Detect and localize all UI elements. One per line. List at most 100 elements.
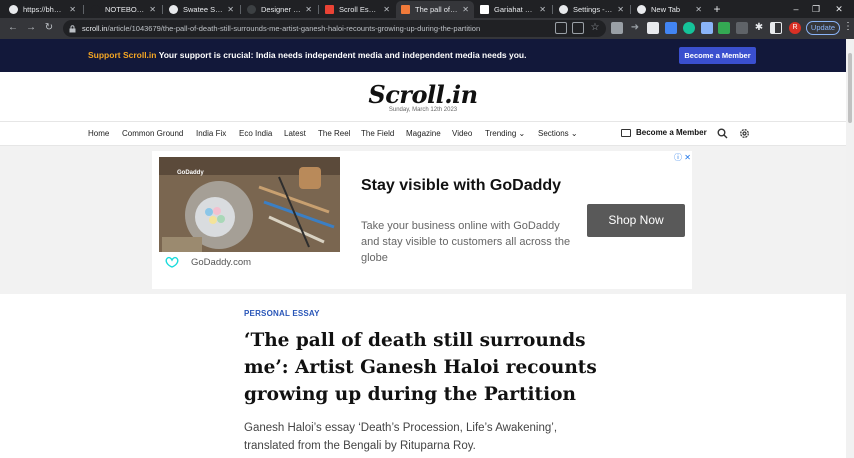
close-icon[interactable]: ✕ (617, 5, 624, 14)
nav-trending[interactable]: Trending ⌄ (485, 129, 525, 138)
extension-docs-icon[interactable] (647, 22, 659, 34)
become-member-button[interactable]: Become a Member (679, 47, 756, 64)
url-text: scroll.in/article/1043679/the-pall-of-de… (82, 24, 480, 33)
minimize-icon[interactable]: – (789, 2, 803, 16)
ad-headline[interactable]: Stay visible with GoDaddy (361, 177, 561, 195)
nav-sections[interactable]: Sections ⌄ (538, 129, 578, 138)
web-page: Support Scroll.in Your support is crucia… (0, 39, 846, 458)
tab-designer[interactable]: Designer Wel ✕ (242, 1, 317, 18)
nav-magazine[interactable]: Magazine (406, 129, 441, 138)
chrome-icon (637, 5, 646, 14)
close-icon[interactable]: ✕ (695, 5, 702, 14)
tab-title: Scroll Essay - (339, 5, 380, 14)
update-button[interactable]: Update (806, 21, 840, 35)
close-icon[interactable]: ✕ (227, 5, 234, 14)
address-bar[interactable]: scroll.in/article/1043679/the-pall-of-de… (63, 20, 606, 37)
tab-divider (240, 5, 241, 14)
camera-icon[interactable] (611, 22, 623, 34)
article-kicker[interactable]: PERSONAL ESSAY (244, 309, 320, 318)
tab-settings[interactable]: Settings - App ✕ (554, 1, 629, 18)
extension-grey-icon[interactable] (736, 22, 748, 34)
tab-scroll-article[interactable]: The pall of de ✕ (396, 1, 474, 18)
share-icon[interactable] (572, 22, 584, 34)
nav-member-label: Become a Member (636, 128, 707, 137)
support-brand-link[interactable]: Support Scroll.in (88, 50, 156, 60)
support-message: Support Scroll.in Your support is crucia… (88, 50, 526, 60)
ad-brand-line[interactable]: GoDaddy.com (164, 255, 251, 269)
masthead-date: Sunday, March 12th 2023 (388, 107, 458, 113)
close-icon[interactable]: ✕ (462, 5, 469, 14)
tab-gmail[interactable]: Scroll Essay - ✕ (320, 1, 395, 18)
send-icon[interactable]: ➜ (629, 22, 641, 34)
extension-green-icon[interactable] (718, 22, 730, 34)
tab-title: New Tab (651, 5, 681, 14)
shop-now-button[interactable]: Shop Now (587, 204, 685, 237)
nav-india-fix[interactable]: India Fix (196, 129, 226, 138)
tab-divider (630, 5, 631, 14)
reload-icon[interactable]: ↻ (42, 21, 56, 35)
close-icon[interactable]: ✕ (383, 5, 390, 14)
close-icon[interactable]: ✕ (305, 5, 312, 14)
puzzle-extensions-icon[interactable]: ✱ (753, 22, 765, 34)
new-tab-button[interactable]: + (711, 2, 723, 16)
grammarly-icon[interactable] (683, 22, 695, 34)
side-panel-icon[interactable] (770, 22, 782, 34)
close-icon[interactable]: ✕ (539, 5, 546, 14)
tab-title: Swatee Singh (183, 5, 223, 14)
back-icon[interactable]: ← (6, 21, 20, 35)
forward-icon[interactable]: → (24, 21, 38, 35)
notebook-icon (91, 5, 100, 14)
browser-toolbar: ← → ↻ scroll.in/article/1043679/the-pall… (0, 18, 854, 39)
window-close-icon[interactable]: ✕ (832, 2, 846, 16)
lock-icon (69, 24, 76, 32)
bookmark-star-icon[interactable]: ☆ (589, 22, 601, 34)
url-path: /article/1043679/the-pall-of-death-still… (107, 24, 481, 33)
scroll-logo[interactable]: Scroll.in (0, 80, 846, 109)
tab-divider (162, 5, 163, 14)
nav-video[interactable]: Video (452, 129, 472, 138)
install-app-icon[interactable] (555, 22, 567, 34)
support-banner: Support Scroll.in Your support is crucia… (0, 39, 846, 72)
scroll-favicon-icon (401, 5, 410, 14)
url-domain: scroll.in (82, 24, 108, 33)
tab-title: https://bharat (23, 5, 66, 14)
kebab-menu-icon[interactable]: ⋮ (843, 21, 853, 32)
close-icon[interactable]: ✕ (69, 5, 76, 14)
chevron-down-icon: ⌄ (518, 129, 526, 138)
tab-gariahat[interactable]: Gariahat Junc ✕ (475, 1, 551, 18)
ad-copy: Take your business online with GoDaddy a… (361, 220, 571, 264)
dark-site-icon (247, 5, 256, 14)
bookmark-b-icon (480, 5, 489, 14)
extension-blue-icon[interactable] (665, 22, 677, 34)
article-headline: ‘The pall of death still surrounds me’: … (244, 330, 597, 405)
support-text: Your support is crucial: India needs ind… (156, 50, 527, 60)
nav-the-reel[interactable]: The Reel (318, 129, 350, 138)
nav-home[interactable]: Home (88, 129, 109, 138)
nav-become-member[interactable]: Become a Member (621, 128, 707, 137)
gear-icon[interactable] (739, 128, 750, 139)
godaddy-logo-icon (165, 256, 179, 268)
extension-translate-icon[interactable] (701, 22, 713, 34)
gear-icon (559, 5, 568, 14)
tab-swatee-singh[interactable]: Swatee Singh ✕ (164, 1, 239, 18)
tab-bharat[interactable]: https://bharat ✕ (4, 1, 81, 18)
search-icon[interactable] (717, 128, 728, 139)
tab-title: The pall of de (415, 5, 459, 14)
nav-eco-india[interactable]: Eco India (239, 129, 272, 138)
tab-new-tab[interactable]: New Tab ✕ (632, 1, 707, 18)
nav-trending-label: Trending (485, 129, 517, 138)
tab-title: NOTEBOOK : (105, 5, 146, 14)
ad-choices-icon[interactable]: ⓘ ✕ (674, 152, 691, 163)
scrollbar-thumb[interactable] (848, 53, 852, 123)
tab-notebook[interactable]: NOTEBOOK : ✕ (86, 1, 161, 18)
godaddy-ad[interactable]: GoDaddy GoDaddy.com Stay visible with Go… (152, 151, 692, 289)
tab-divider (318, 5, 319, 14)
nav-the-field[interactable]: The Field (361, 129, 394, 138)
close-icon[interactable]: ✕ (149, 5, 156, 14)
nav-latest[interactable]: Latest (284, 129, 306, 138)
restore-icon[interactable]: ❐ (809, 2, 823, 16)
page-scrollbar[interactable] (846, 39, 854, 458)
nav-common-ground[interactable]: Common Ground (122, 129, 183, 138)
tab-divider (552, 5, 553, 14)
profile-avatar[interactable]: R (789, 22, 801, 34)
